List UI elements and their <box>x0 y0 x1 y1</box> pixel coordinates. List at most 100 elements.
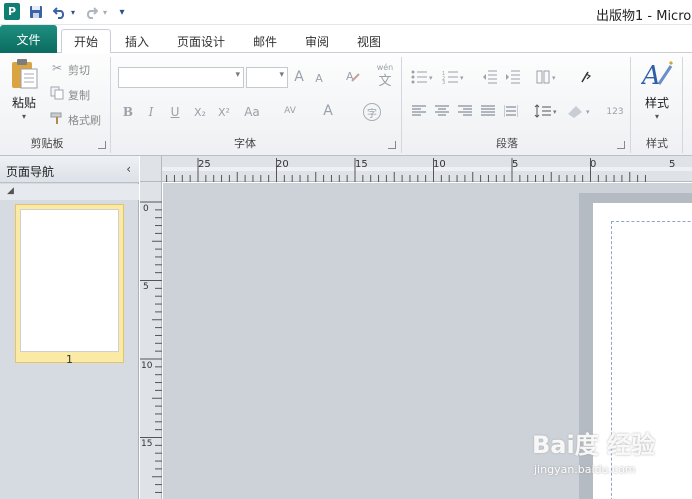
svg-text:▾: ▾ <box>460 74 464 82</box>
group-separator <box>630 57 631 153</box>
ribbon-tabs: 文件 开始 插入 页面设计 邮件 审阅 视图 <box>0 25 692 54</box>
expand-triangle-icon[interactable]: ◢ <box>7 186 14 196</box>
redo-icon[interactable] <box>82 3 100 21</box>
format-painter-button[interactable]: 格式刷 <box>68 112 101 128</box>
columns-icon[interactable]: ▾ <box>534 67 560 87</box>
font-color-button[interactable]: A <box>320 101 336 121</box>
distributed-align-icon[interactable] <box>502 101 520 121</box>
clipboard-dialog-launcher-icon[interactable] <box>98 141 106 149</box>
subscript-button[interactable]: X₂ <box>190 103 210 121</box>
cut-button[interactable]: 剪切 <box>68 62 90 78</box>
numbering-icon[interactable]: 1 2 3 ▾ <box>440 67 466 87</box>
page-thumbnail-number: 1 <box>66 353 73 366</box>
cut-icon[interactable]: ✂ <box>48 59 66 77</box>
undo-dropdown-icon[interactable]: ▾ <box>68 3 78 21</box>
paste-icon[interactable] <box>8 57 40 91</box>
tab-page-design[interactable]: 页面设计 <box>168 29 234 53</box>
justify-icon[interactable] <box>479 101 497 121</box>
decrease-indent-icon[interactable] <box>480 67 500 87</box>
align-left-icon[interactable] <box>410 101 428 121</box>
hruler-label: 5 <box>512 159 519 170</box>
baseline-guides-button[interactable]: 123 <box>604 103 626 121</box>
shading-icon[interactable]: ▾ <box>565 101 593 121</box>
hruler-label: 25 <box>198 159 211 170</box>
enclose-characters-button[interactable]: 字 <box>363 103 381 121</box>
vruler-label: 15 <box>141 439 153 449</box>
copy-button[interactable]: 复制 <box>68 87 90 103</box>
ruler-band <box>162 167 692 171</box>
shrink-font-icon[interactable]: A <box>312 69 326 87</box>
font-name-combo[interactable] <box>118 67 244 88</box>
page-navigation-header: 页面导航 ‹ <box>0 156 139 183</box>
page-section-header[interactable]: ◢ <box>0 184 139 200</box>
hruler-label: 10 <box>433 159 446 170</box>
window-title: 出版物1 - Micros <box>596 9 692 24</box>
tab-mailings[interactable]: 邮件 <box>244 29 286 53</box>
vruler-label: 5 <box>143 282 149 292</box>
character-spacing-button[interactable]: AV <box>278 101 302 121</box>
underline-button[interactable]: U <box>166 103 184 121</box>
svg-text:▾: ▾ <box>429 74 433 82</box>
redo-dropdown-icon[interactable]: ▾ <box>100 3 110 21</box>
vruler-label: 10 <box>141 361 153 371</box>
styles-group-label: 样式 <box>646 137 668 150</box>
svg-text:3: 3 <box>442 80 445 84</box>
bold-button[interactable]: B <box>120 103 136 121</box>
ribbon: 粘贴 ▾ ✂ 剪切 复制 格式刷 剪贴板 A A A wén 文 B I U X… <box>0 53 692 156</box>
paste-button[interactable]: 粘贴 <box>6 93 42 111</box>
italic-button[interactable]: I <box>143 103 159 121</box>
clipboard-group-label: 剪贴板 <box>30 137 64 150</box>
svg-text:▾: ▾ <box>553 108 557 116</box>
undo-icon[interactable] <box>51 3 69 21</box>
page-navigation-pane: 页面导航 ‹ ◢ 1 <box>0 156 139 499</box>
paste-dropdown-icon[interactable]: ▾ <box>18 111 30 121</box>
styles-button[interactable]: 样式 <box>638 93 676 111</box>
hruler-label: 15 <box>355 159 368 170</box>
page-navigation-title: 页面导航 <box>6 165 55 179</box>
horizontal-ruler[interactable]: 25 20 15 10 5 0 5 <box>162 156 692 182</box>
save-icon[interactable] <box>27 3 45 21</box>
page-thumbnail[interactable]: 1 <box>15 204 124 366</box>
change-case-button[interactable]: Aa <box>238 103 266 121</box>
font-size-combo[interactable] <box>246 67 288 88</box>
grow-font-icon[interactable]: A <box>291 67 307 87</box>
watermark-brand: Bai度 经验 <box>532 431 656 459</box>
group-separator <box>682 57 683 153</box>
tab-view[interactable]: 视图 <box>348 29 390 53</box>
show-formatting-marks-icon[interactable] <box>576 67 594 87</box>
format-painter-icon[interactable] <box>48 109 66 127</box>
align-center-icon[interactable] <box>433 101 451 121</box>
tab-insert[interactable]: 插入 <box>116 29 158 53</box>
font-dialog-launcher-icon[interactable] <box>388 141 396 149</box>
paragraph-dialog-launcher-icon[interactable] <box>617 141 625 149</box>
increase-indent-icon[interactable] <box>503 67 523 87</box>
vertical-ruler[interactable]: 0 5 10 15 <box>140 182 162 499</box>
hruler-label: 20 <box>276 159 289 170</box>
watermark: Bai度 经验 jingyan.baidu.com <box>532 425 662 485</box>
title-bar: P ▾ ▾ ▾ 出版物1 - Micros <box>0 0 692 25</box>
clear-formatting-icon[interactable]: A <box>343 66 363 86</box>
svg-text:A: A <box>641 61 661 90</box>
publisher-app-icon[interactable]: P <box>4 3 20 20</box>
styles-icon[interactable]: A <box>640 57 674 91</box>
customize-toolbar-icon[interactable]: ▾ <box>116 3 128 21</box>
styles-dropdown-icon[interactable]: ▾ <box>651 111 663 121</box>
group-separator <box>110 57 111 153</box>
line-spacing-icon[interactable]: ▾ <box>533 101 559 121</box>
tab-file[interactable]: 文件 <box>0 25 57 53</box>
paragraph-group-label: 段落 <box>496 137 518 150</box>
tab-home[interactable]: 开始 <box>61 29 111 54</box>
svg-text:▾: ▾ <box>552 74 556 82</box>
superscript-button[interactable]: X² <box>214 103 234 121</box>
vruler-label: 0 <box>143 204 149 214</box>
bullets-icon[interactable]: ▾ <box>409 67 435 87</box>
tab-review[interactable]: 审阅 <box>296 29 338 53</box>
align-right-icon[interactable] <box>456 101 474 121</box>
phonetic-guide-icon[interactable]: 文 <box>374 71 396 89</box>
svg-text:▾: ▾ <box>586 108 590 116</box>
copy-icon[interactable] <box>48 84 66 102</box>
font-group-label: 字体 <box>234 137 256 150</box>
ruler-corner[interactable] <box>140 156 162 182</box>
collapse-pane-icon[interactable]: ‹ <box>126 162 131 176</box>
page-thumbnail-preview <box>20 209 119 352</box>
